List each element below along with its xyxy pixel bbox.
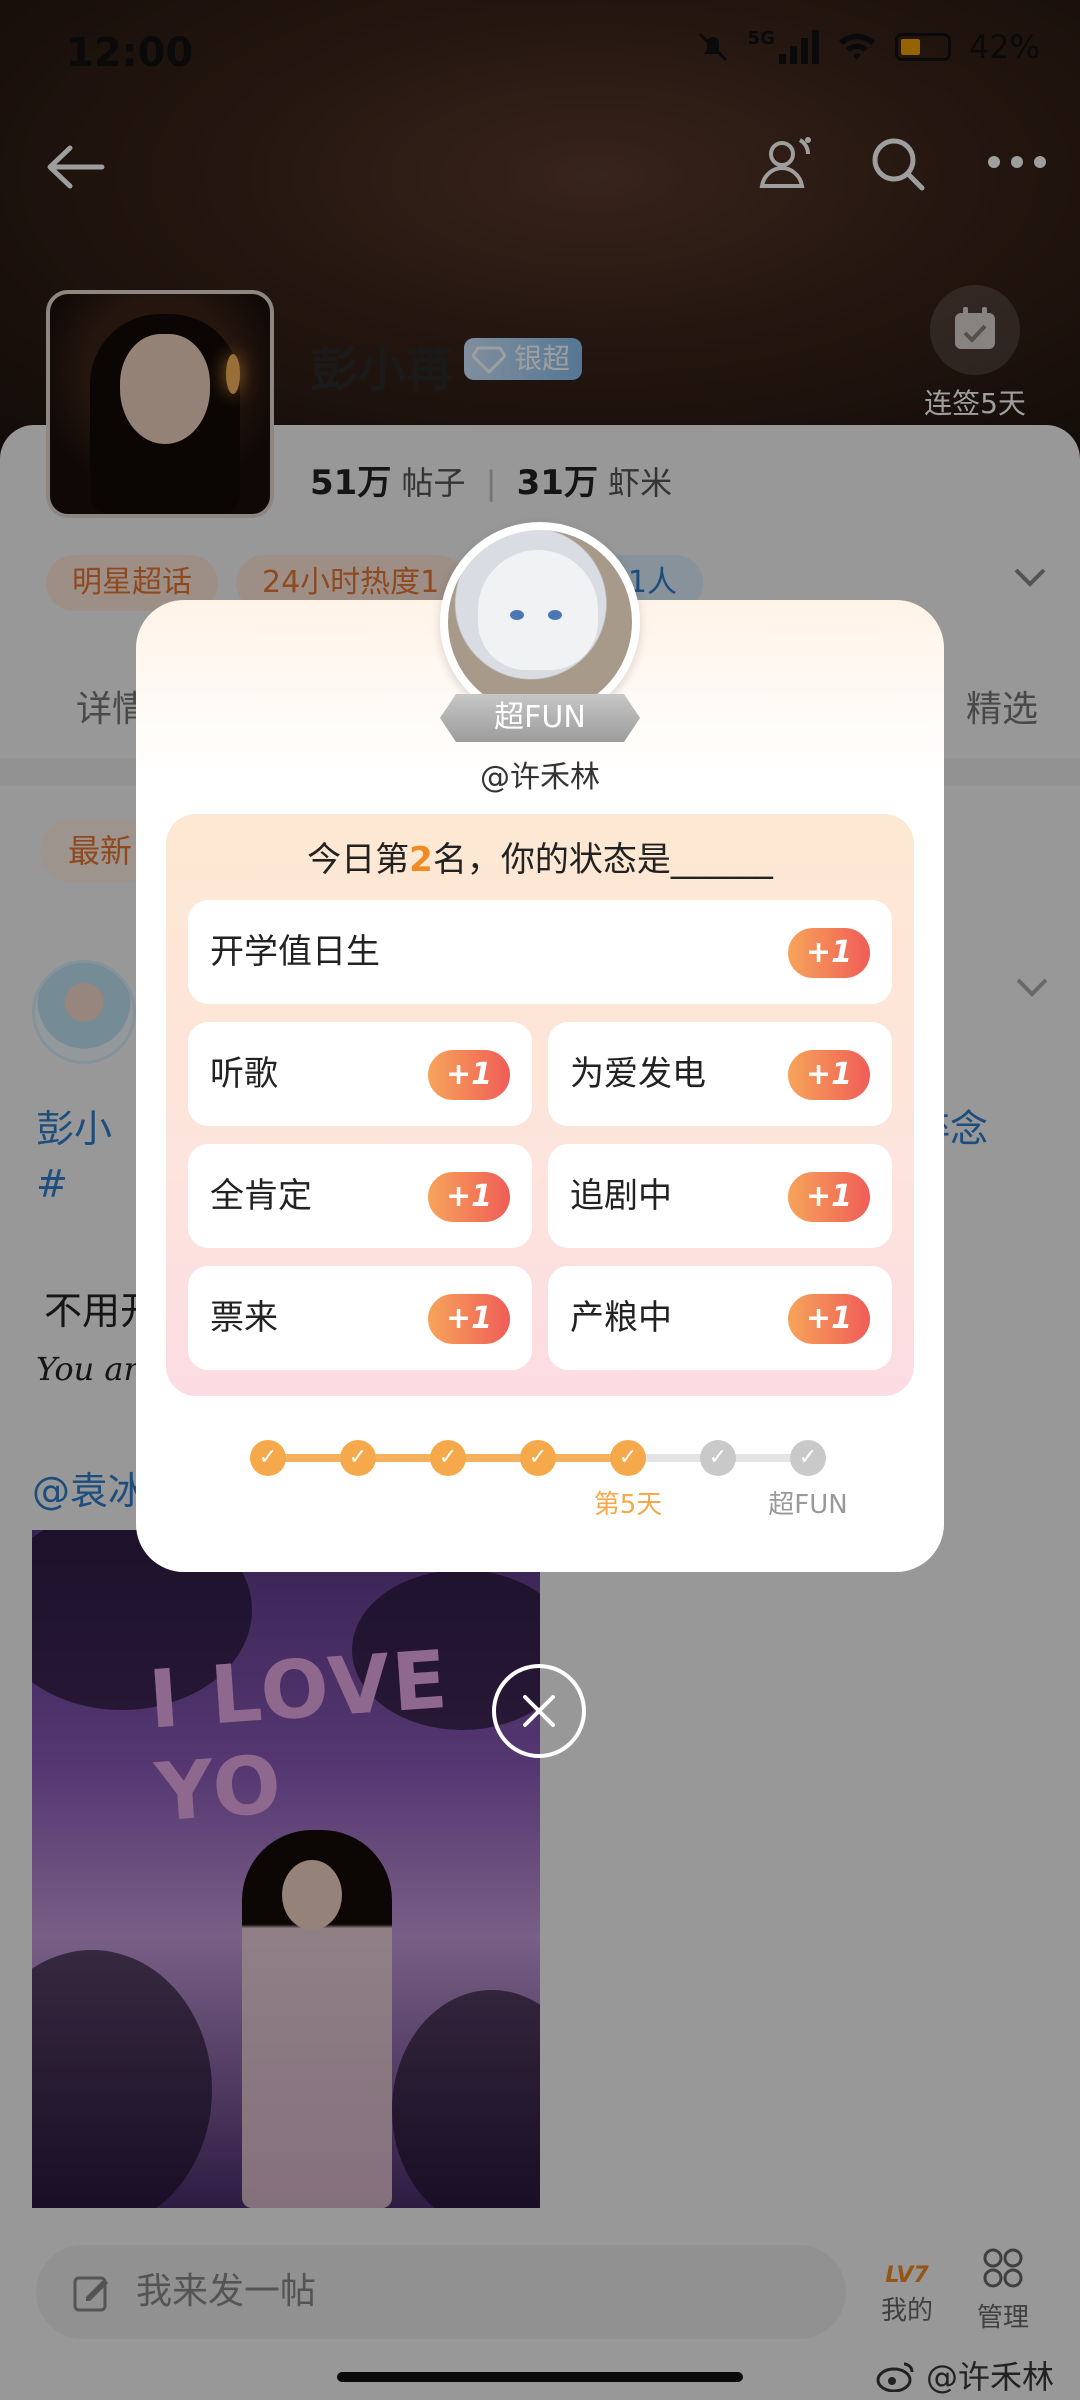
status-option-label: 全肯定 [210,1176,312,1216]
status-option-label: 听歌 [210,1054,278,1094]
close-modal-button[interactable] [492,1664,586,1758]
streak-step-check-icon: ✓ [520,1440,556,1476]
question-suffix: 名，你的状态是______ [432,840,773,880]
plus-one-button[interactable]: +1 [428,1294,510,1344]
question-rank: 2 [409,840,433,880]
user-avatar [440,522,640,722]
current-day-label: 第5天 [593,1490,663,1520]
plus-one-button[interactable]: +1 [788,1050,870,1100]
status-option-label: 追剧中 [570,1176,672,1216]
status-option-label: 票来 [210,1298,278,1338]
user-handle: @许禾林 [480,760,600,795]
status-option[interactable]: 为爱发电 +1 [548,1022,892,1126]
plus-one-button[interactable]: +1 [788,1172,870,1222]
weibo-watermark: @许禾林 [876,2352,1054,2398]
close-icon [523,1695,555,1727]
status-option[interactable]: 产粮中 +1 [548,1266,892,1370]
status-option[interactable]: 全肯定 +1 [188,1144,532,1248]
streak-step-check-icon: ✓ [610,1440,646,1476]
status-option-label: 为爱发电 [570,1054,706,1094]
superfun-ribbon: 超FUN [440,694,640,742]
status-option-label: 开学值日生 [210,932,380,972]
streak-step-check-icon: ✓ [700,1440,736,1476]
final-step-label: 超FUN [768,1490,848,1520]
status-option[interactable]: 票来 +1 [188,1266,532,1370]
plus-one-button[interactable]: +1 [788,928,870,978]
status-option[interactable]: 开学值日生 +1 [188,900,892,1004]
status-option[interactable]: 听歌 +1 [188,1022,532,1126]
question-prefix: 今日第 [307,840,410,880]
streak-step-check-icon: ✓ [790,1440,826,1476]
streak-step-check-icon: ✓ [250,1440,286,1476]
status-option[interactable]: 追剧中 +1 [548,1144,892,1248]
plus-one-button[interactable]: +1 [788,1294,870,1344]
streak-step-check-icon: ✓ [430,1440,466,1476]
status-question: 今日第2名，你的状态是______ [166,832,914,881]
watermark-handle: @许禾林 [925,2358,1054,2396]
weibo-logo-icon [876,2362,914,2393]
plus-one-button[interactable]: +1 [428,1050,510,1100]
status-option-label: 产粮中 [570,1298,672,1338]
streak-step-check-icon: ✓ [340,1440,376,1476]
plus-one-button[interactable]: +1 [428,1172,510,1222]
